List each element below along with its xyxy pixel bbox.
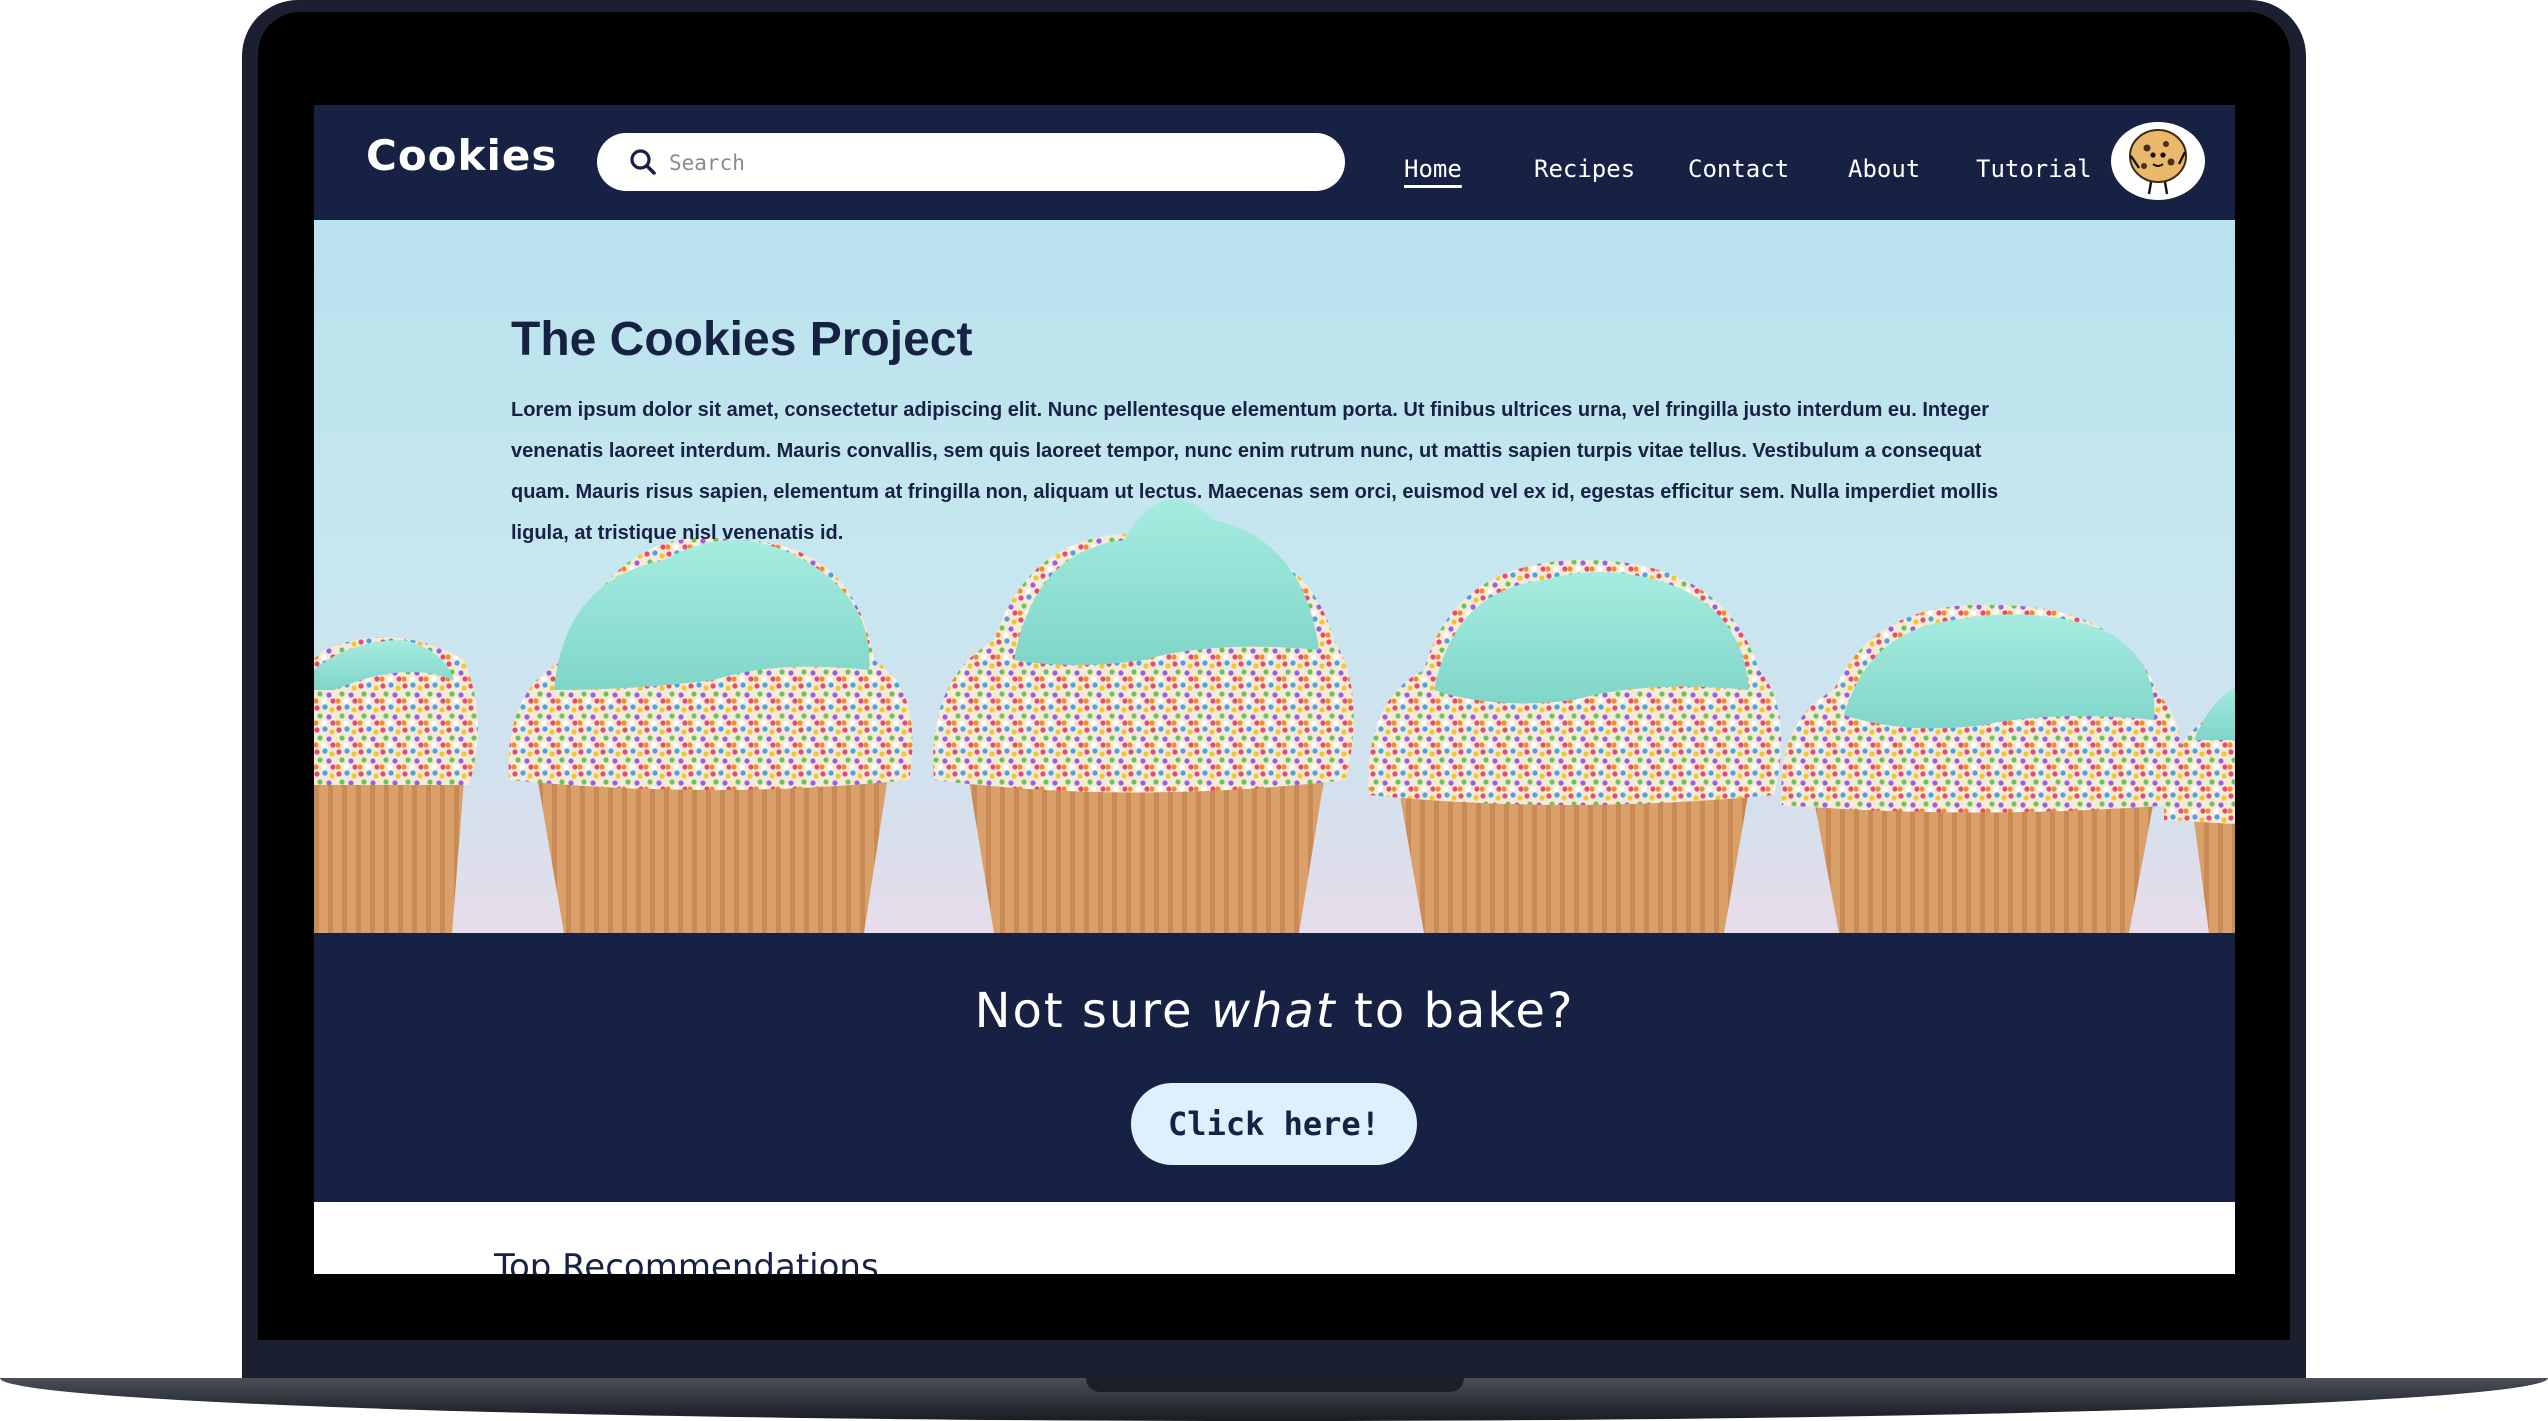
hero-banner: The Cookies Project Lorem ipsum dolor si… (314, 220, 2235, 933)
nav-about[interactable]: About (1848, 155, 1920, 183)
nav-contact[interactable]: Contact (1688, 155, 1789, 183)
cta-title-emphasis: what (1210, 983, 1337, 1039)
nav-recipes[interactable]: Recipes (1534, 155, 1635, 183)
nav-tutorial[interactable]: Tutorial (1976, 155, 2092, 183)
brand-logo[interactable]: Cookies (366, 131, 557, 180)
search-bar[interactable] (597, 133, 1345, 191)
click-here-button[interactable]: Click here! (1131, 1083, 1417, 1165)
nav-home[interactable]: Home (1404, 155, 1462, 183)
hero-title: The Cookies Project (511, 313, 973, 366)
cta-title-after: to bake? (1336, 983, 1575, 1039)
cupcake (933, 499, 1354, 933)
cupcake (2164, 687, 2235, 933)
recommendations-section: Top Recommendations (314, 1202, 2235, 1274)
search-icon (630, 149, 656, 175)
browser-screen: Cookies Home Recipes Contact About Tutor… (314, 105, 2235, 1274)
navbar: Cookies Home Recipes Contact About Tutor… (314, 105, 2235, 220)
recommendations-title: Top Recommendations (494, 1247, 879, 1274)
cta-title: Not sure what to bake? (314, 983, 2235, 1039)
cupcake (314, 637, 478, 933)
cookie-mascot-icon (2129, 129, 2187, 195)
cta-section: Not sure what to bake? Click here! (314, 933, 2235, 1202)
search-input[interactable] (667, 143, 1311, 183)
cupcake (1781, 604, 2182, 933)
cupcake (508, 537, 913, 933)
avatar[interactable] (2111, 122, 2205, 200)
laptop-notch (1086, 1378, 1464, 1392)
hero-description: Lorem ipsum dolor sit amet, consectetur … (511, 399, 1999, 544)
cupcake (1368, 560, 1782, 933)
cta-title-before: Not sure (974, 983, 1211, 1039)
